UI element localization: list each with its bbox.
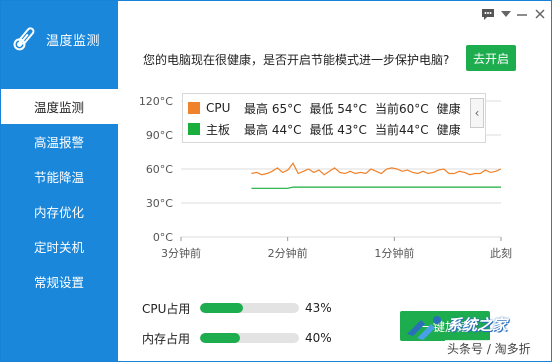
x-tick-label: 此刻: [490, 246, 512, 260]
legend-current: 当前44°C: [374, 122, 429, 137]
sidebar-item-scheduled-shutdown[interactable]: 定时关机: [1, 229, 118, 264]
legend-min: 最低 43°C: [309, 122, 367, 137]
cpu-usage-bar: [200, 303, 299, 313]
minimize-icon: [517, 14, 527, 16]
chart-legend: CPU 最高 65°C 最低 54°C 当前60°C 健康 主板 最高 44°C…: [182, 93, 486, 143]
legend-status: 健康: [436, 101, 461, 116]
legend-max: 最高 44°C: [244, 122, 302, 137]
legend-min: 最低 54°C: [309, 101, 367, 116]
cpu-usage-percent: 43%: [305, 301, 332, 315]
feedback-button[interactable]: [479, 5, 497, 23]
legend-collapse-button[interactable]: ‹: [470, 98, 484, 128]
legend-row-motherboard: 主板 最高 44°C 最低 43°C 当前44°C 健康: [188, 120, 461, 138]
legend-current: 当前60°C: [374, 101, 429, 116]
legend-name: 主板: [206, 122, 231, 137]
minimize-button[interactable]: [513, 5, 531, 23]
cpu-usage-label: CPU占用: [142, 301, 191, 316]
sidebar: 温度监测 温度监测 高温报警 节能降温 内存优化 定时关机 常规设置: [1, 1, 118, 361]
sidebar-item-memory-optimize[interactable]: 内存优化: [1, 194, 118, 229]
sidebar-item-temperature[interactable]: 温度监测: [1, 89, 118, 124]
sidebar-item-energy-cooling[interactable]: 节能降温: [1, 159, 118, 194]
legend-status: 健康: [436, 122, 461, 137]
memory-usage-percent: 40%: [305, 331, 332, 345]
x-tick-label: 1分钟前: [374, 246, 414, 260]
watermark-caption: 头条号 / 淘多折: [445, 340, 533, 357]
x-tick-label: 3分钟前: [161, 246, 201, 260]
cpu-usage-fill: [200, 303, 243, 313]
y-tick-label: 60°C: [146, 163, 173, 176]
y-tick-label: 90°C: [146, 129, 173, 142]
series-line-motherboard: [251, 186, 501, 189]
legend-swatch-motherboard: [188, 123, 200, 135]
x-tick-label: 2分钟前: [268, 246, 308, 260]
legend-swatch-cpu: [188, 102, 200, 114]
app-window: 温度监测 温度监测 高温报警 节能降温 内存优化 定时关机 常规设置 您的电脑现…: [0, 0, 552, 362]
y-tick-label: 120°C: [139, 95, 173, 108]
health-status-text: 您的电脑现在很健康，是否开启节能模式进一步保护电脑?: [143, 53, 450, 67]
enable-energy-mode-button[interactable]: 去开启: [466, 45, 516, 71]
watermark-logo-icon: [407, 316, 441, 340]
cpu-usage-row: CPU占用 43%: [142, 299, 332, 317]
legend-row-cpu: CPU 最高 65°C 最低 54°C 当前60°C 健康: [188, 99, 461, 117]
legend-max: 最高 65°C: [244, 101, 302, 116]
memory-usage-label: 内存占用: [142, 331, 191, 346]
memory-usage-row: 内存占用 40%: [142, 329, 332, 347]
legend-name: CPU: [206, 101, 231, 115]
app-brand: 温度监测: [9, 19, 117, 59]
close-icon: [535, 9, 545, 19]
close-button[interactable]: [531, 5, 549, 23]
memory-usage-fill: [200, 333, 240, 343]
sidebar-item-general-settings[interactable]: 常规设置: [1, 264, 118, 299]
sidebar-nav: 温度监测 高温报警 节能降温 内存优化 定时关机 常规设置: [1, 89, 118, 299]
memory-usage-bar: [200, 333, 299, 343]
watermark: 系统之家 头条号 / 淘多折: [403, 314, 551, 360]
y-tick-label: 0°C: [153, 231, 173, 244]
watermark-site: 系统之家: [447, 316, 508, 334]
thermometer-icon: [13, 27, 35, 51]
menu-icon: [501, 11, 511, 17]
chat-icon: [482, 8, 494, 20]
sidebar-item-high-temp-alarm[interactable]: 高温报警: [1, 124, 118, 159]
y-tick-label: 30°C: [146, 197, 173, 210]
app-title: 温度监测: [46, 33, 101, 49]
